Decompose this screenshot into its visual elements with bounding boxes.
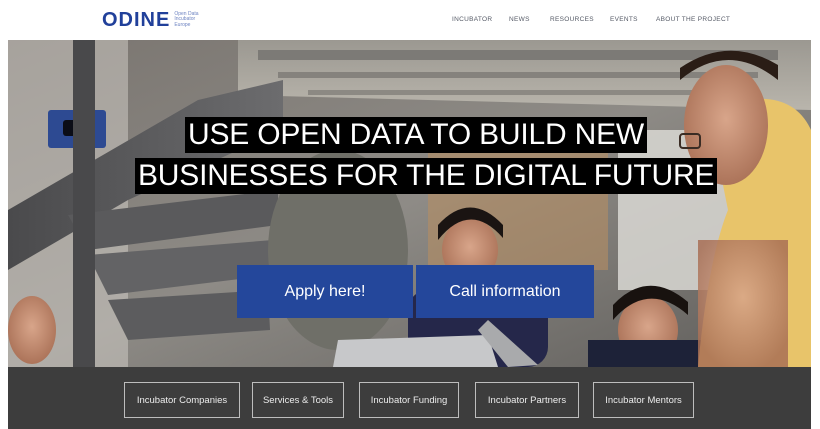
link-incubator-mentors[interactable]: Incubator Mentors (593, 382, 694, 418)
quick-links-bar: Incubator Companies Services & Tools Inc… (8, 367, 811, 429)
hero-banner: USE OPEN DATA TO BUILD NEW BUSINESSES FO… (8, 40, 811, 367)
link-services-and-tools[interactable]: Services & Tools (252, 382, 344, 418)
nav-link-about-the-project[interactable]: ABOUT THE PROJECT (656, 16, 730, 23)
logo-tagline-line: Europe (174, 21, 191, 28)
link-incubator-funding[interactable]: Incubator Funding (359, 382, 459, 418)
call-information-button[interactable]: Call information (416, 265, 594, 318)
top-navigation-bar: ODINE Open Data Incubator Europe INCUBAT… (0, 0, 820, 40)
link-incubator-companies[interactable]: Incubator Companies (124, 382, 240, 418)
odine-logo[interactable]: ODINE Open Data Incubator Europe (102, 9, 204, 31)
nav-link-incubator[interactable]: INCUBATOR (452, 16, 492, 23)
nav-link-news[interactable]: NEWS (509, 16, 530, 23)
link-incubator-partners[interactable]: Incubator Partners (475, 382, 579, 418)
nav-link-events[interactable]: EVENTS (610, 16, 638, 23)
apply-here-button[interactable]: Apply here! (237, 265, 413, 318)
nav-link-resources[interactable]: RESOURCES (550, 16, 594, 23)
logo-tagline: Open Data Incubator Europe (174, 11, 204, 29)
logo-wordmark: ODINE (102, 9, 171, 31)
headline-line-1: USE OPEN DATA TO BUILD NEW (185, 117, 648, 153)
headline-line-2: BUSINESSES FOR THE DIGITAL FUTURE (135, 158, 718, 194)
